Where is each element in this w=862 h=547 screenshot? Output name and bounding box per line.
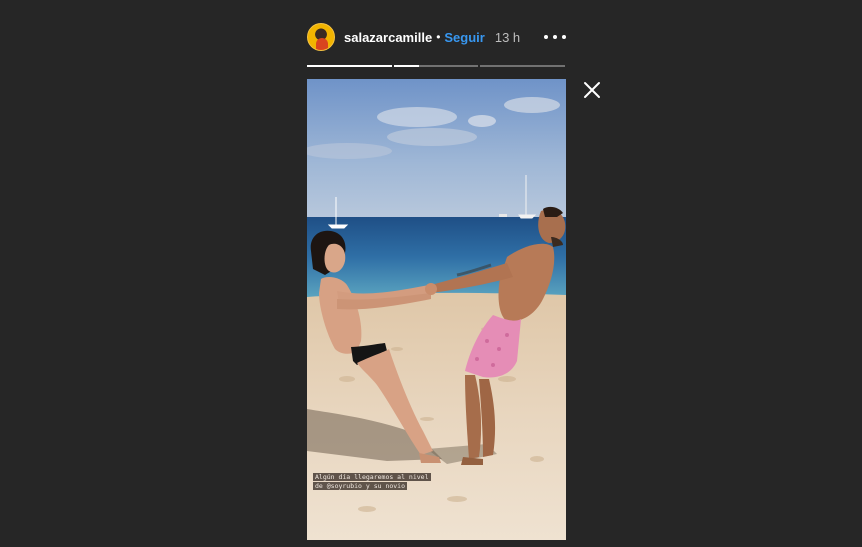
follow-button[interactable]: Seguir [444,30,484,45]
username[interactable]: salazarcamille [344,30,432,45]
more-options-icon[interactable] [544,27,566,47]
close-icon[interactable] [583,81,601,99]
progress-segment [480,65,566,67]
more-dot [544,35,548,39]
story-photo[interactable] [307,79,566,540]
progress-segment [393,65,479,67]
story-progress-bar [307,65,566,67]
more-dot [553,35,557,39]
story-header: salazarcamille • Seguir 13 h [307,22,566,52]
caption-text: Algún día llegaremos al nivel de @soyrub… [313,473,431,490]
post-time: 13 h [494,29,521,45]
separator-dot: • [436,30,441,44]
avatar[interactable] [307,23,335,51]
story-caption: Algún día llegaremos al nivel de @soyrub… [313,473,433,491]
story-viewer: salazarcamille • Seguir 13 h Algún día l… [0,0,862,547]
more-dot [562,35,566,39]
progress-segment [307,65,392,67]
